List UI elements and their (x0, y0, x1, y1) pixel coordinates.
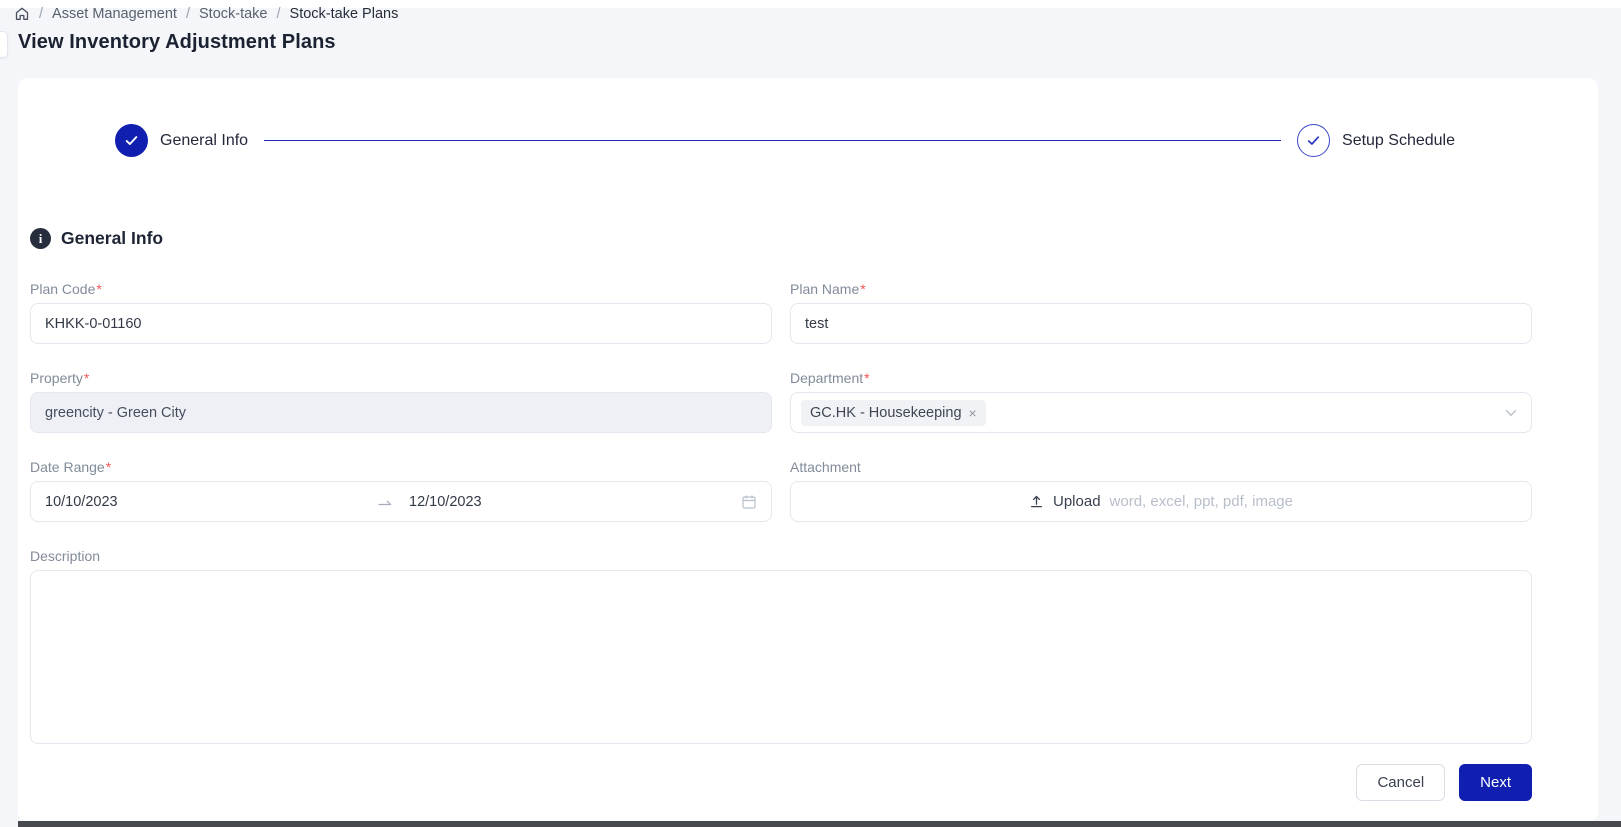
info-icon: i (30, 228, 51, 249)
plan-name-field: Plan Name* (790, 280, 1532, 344)
check-icon (1297, 124, 1331, 157)
stepper: General Info Setup Schedule (115, 124, 1455, 157)
department-select[interactable]: GC.HK - Housekeeping × (790, 392, 1532, 433)
breadcrumb: / Asset Management / Stock-take / Stock-… (14, 6, 398, 22)
back-button[interactable] (0, 31, 8, 58)
description-label: Description (30, 548, 101, 564)
plan-name-input[interactable] (790, 303, 1532, 344)
section-header: i General Info (30, 228, 1532, 249)
step-setup-schedule[interactable]: Setup Schedule (1297, 124, 1455, 157)
stepper-connector (264, 139, 1282, 142)
page-title: View Inventory Adjustment Plans (18, 31, 336, 53)
required-mark: * (96, 281, 102, 297)
upload-hint: word, excel, ppt, pdf, image (1109, 493, 1293, 510)
label-text: Date Range (30, 459, 105, 475)
section-title: General Info (61, 228, 164, 248)
form-footer: Cancel Next (30, 764, 1532, 801)
attachment-upload[interactable]: Upload word, excel, ppt, pdf, image (790, 481, 1532, 522)
description-field: Description (30, 547, 1532, 749)
required-mark: * (105, 459, 112, 475)
date-range-field: Date Range* 10/10/2023 12/10/2023 (30, 458, 772, 522)
department-tag: GC.HK - Housekeeping × (801, 399, 986, 426)
plan-name-label: Plan Name* (790, 280, 1532, 298)
home-icon[interactable] (14, 6, 30, 22)
breadcrumb-item-stock-take-plans: Stock-take Plans (289, 6, 399, 22)
department-field: Department* GC.HK - Housekeeping × (790, 369, 1532, 433)
department-label: Department* (790, 369, 1532, 387)
breadcrumb-item-asset-management[interactable]: Asset Management (52, 6, 177, 22)
date-range-end[interactable]: 12/10/2023 (393, 494, 741, 510)
chevron-down-icon (1504, 406, 1518, 424)
breadcrumb-item-stock-take[interactable]: Stock-take (199, 6, 268, 22)
form-card: General Info Setup Schedule i General In… (18, 78, 1598, 822)
breadcrumb-separator: / (39, 6, 44, 22)
label-text: Department (790, 370, 864, 386)
cancel-button[interactable]: Cancel (1356, 764, 1446, 801)
upload-button-label: Upload (1053, 493, 1101, 510)
attachment-field: Attachment Upload word, excel, ppt, pdf,… (790, 458, 1532, 522)
next-button[interactable]: Next (1459, 764, 1532, 801)
required-mark: * (83, 370, 90, 386)
plan-code-label: Plan Code* (30, 280, 772, 298)
calendar-icon (741, 494, 757, 510)
step-label: General Info (160, 131, 249, 149)
label-text: Plan Name (790, 281, 860, 297)
label-text: Property (30, 370, 83, 386)
label-text: Plan Code (30, 281, 96, 297)
property-input (30, 392, 772, 433)
department-tag-label: GC.HK - Housekeeping (810, 404, 962, 421)
horizontal-scrollbar[interactable] (18, 821, 1621, 827)
date-range-picker[interactable]: 10/10/2023 12/10/2023 (30, 481, 772, 522)
upload-icon (1029, 494, 1044, 509)
close-icon[interactable]: × (969, 406, 977, 420)
check-icon (115, 124, 148, 157)
property-label: Property* (30, 369, 772, 387)
required-mark: * (860, 281, 866, 297)
attachment-label: Attachment (790, 459, 861, 475)
swap-right-icon (377, 496, 393, 508)
breadcrumb-separator: / (185, 6, 190, 22)
description-textarea[interactable] (30, 570, 1532, 744)
breadcrumb-separator: / (276, 6, 281, 22)
property-field: Property* (30, 369, 772, 433)
step-label: Setup Schedule (1342, 131, 1455, 149)
required-mark: * (864, 370, 870, 386)
plan-code-field: Plan Code* (30, 280, 772, 344)
date-range-label: Date Range* (30, 458, 772, 476)
date-range-start[interactable]: 10/10/2023 (45, 494, 377, 510)
plan-code-input[interactable] (30, 303, 772, 344)
step-general-info[interactable]: General Info (115, 124, 248, 157)
